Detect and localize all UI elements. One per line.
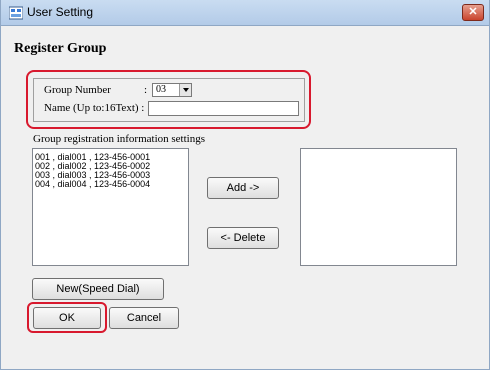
cancel-button[interactable]: Cancel xyxy=(109,307,179,329)
group-number-label: Group Number xyxy=(44,84,111,96)
registered-entries-list[interactable]: 001 , dial001 , 123-456-0001 002 , dial0… xyxy=(32,148,189,266)
group-members-list[interactable] xyxy=(300,148,457,266)
chevron-down-icon[interactable] xyxy=(179,84,191,96)
add-button[interactable]: Add -> xyxy=(207,177,279,199)
app-icon xyxy=(9,6,23,20)
name-label: Name (Up to:16Text) : xyxy=(44,102,145,114)
list-item[interactable]: 004 , dial004 , 123-456-0004 xyxy=(33,180,188,189)
close-button[interactable]: ✕ xyxy=(462,4,484,21)
title-bar[interactable]: User Setting ✕ xyxy=(1,0,489,26)
page-title: Register Group xyxy=(14,41,107,56)
new-speed-dial-button[interactable]: New(Speed Dial) xyxy=(32,278,164,300)
group-number-value: 03 xyxy=(156,84,166,95)
window-title: User Setting xyxy=(27,5,94,19)
delete-button[interactable]: <- Delete xyxy=(207,227,279,249)
group-number-colon: : xyxy=(144,84,148,96)
name-input[interactable] xyxy=(148,101,299,116)
ok-button[interactable]: OK xyxy=(33,307,101,329)
group-number-select[interactable]: 03 xyxy=(152,83,192,97)
registration-section-label: Group registration information settings xyxy=(33,133,205,145)
user-setting-window: User Setting ✕ Register Group Group Numb… xyxy=(0,0,490,370)
close-icon: ✕ xyxy=(468,6,478,18)
